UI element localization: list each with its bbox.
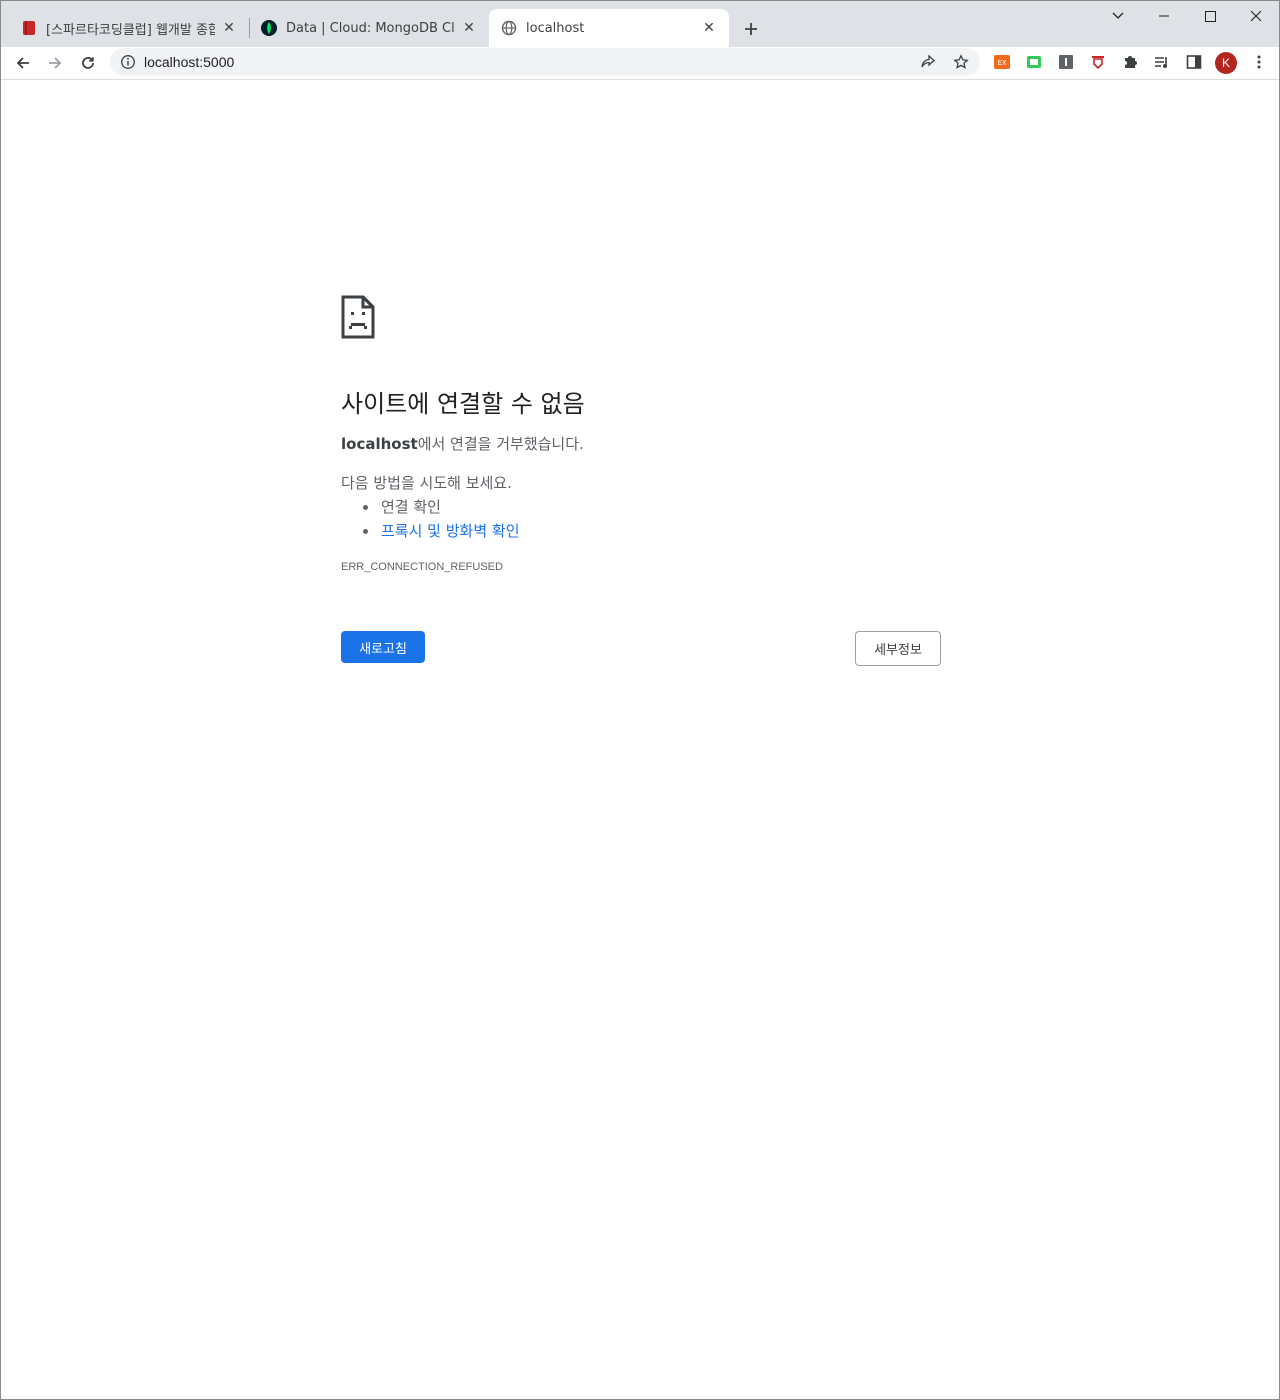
refresh-icon [82, 57, 94, 69]
close-icon[interactable]: ✕ [221, 20, 237, 36]
puzzle-icon[interactable] [1122, 54, 1138, 70]
tab-localhost[interactable]: localhost ✕ [489, 9, 729, 47]
suggestion-proxy-firewall-link[interactable]: 프록시 및 방화벽 확인 [363, 519, 520, 543]
tab-strip: [스파르타코딩클럽] 웹개발 종합반 ✕ Data | Cloud: Mongo… [1, 1, 1279, 47]
media-queue-icon[interactable] [1154, 54, 1170, 70]
tab-search-button[interactable] [1095, 1, 1141, 31]
close-window-button[interactable] [1233, 1, 1279, 31]
error-host: localhost [341, 435, 418, 453]
side-panel-icon[interactable] [1186, 54, 1202, 70]
reload-page-button[interactable]: 새로고침 [341, 631, 425, 663]
suggestion-check-connection: 연결 확인 [363, 495, 520, 519]
tab-mongodb[interactable]: Data | Cloud: MongoDB Cloud ✕ [249, 9, 489, 47]
svg-text:EX: EX [997, 59, 1006, 67]
globe-icon [501, 20, 517, 36]
arrow-right-icon [49, 57, 62, 69]
minimize-icon [1159, 15, 1169, 17]
arrow-left-icon [16, 57, 29, 69]
more-menu-icon[interactable] [1251, 54, 1267, 70]
error-code: ERR_CONNECTION_REFUSED [341, 561, 503, 573]
sad-page-icon [341, 295, 375, 339]
mongodb-leaf-icon [261, 20, 277, 36]
browser-toolbar: localhost:5000 EX K [1, 47, 1279, 80]
tab-title: [스파르타코딩클럽] 웹개발 종합반 [46, 22, 215, 38]
maximize-icon [1204, 10, 1216, 22]
close-icon [1250, 10, 1262, 22]
address-bar[interactable]: localhost:5000 [110, 48, 980, 76]
avatar-initial: K [1221, 56, 1230, 70]
page-title: 사이트에 연결할 수 없음 [341, 390, 585, 418]
avatar[interactable]: K [1215, 52, 1237, 74]
suggestions-heading: 다음 방법을 시도해 보세요. [341, 474, 512, 492]
error-message-suffix: 에서 연결을 거부했습니다. [417, 435, 584, 453]
page-content: 사이트에 연결할 수 없음 localhost에서 연결을 거부했습니다. 다음… [1, 81, 1279, 1399]
plus-icon [745, 23, 757, 35]
extension-green-icon[interactable] [1026, 54, 1042, 70]
url-text[interactable]: localhost:5000 [144, 54, 234, 70]
sparta-book-icon [21, 20, 37, 36]
share-icon[interactable] [918, 52, 938, 72]
chevron-down-icon [1112, 12, 1124, 19]
close-icon[interactable]: ✕ [701, 20, 717, 36]
star-icon[interactable] [951, 52, 971, 72]
details-button[interactable]: 세부정보 [855, 631, 941, 666]
extension-red-shield-icon[interactable] [1090, 54, 1106, 70]
error-message: localhost에서 연결을 거부했습니다. [341, 433, 584, 454]
extension-orange-icon[interactable]: EX [994, 54, 1010, 70]
maximize-button[interactable] [1187, 1, 1233, 31]
extension-gray-icon[interactable] [1058, 54, 1074, 70]
forward-button[interactable] [41, 49, 69, 77]
back-button[interactable] [9, 49, 37, 77]
tab-sparta[interactable]: [스파르타코딩클럽] 웹개발 종합반 ✕ [9, 9, 249, 47]
tab-title: Data | Cloud: MongoDB Cloud [286, 20, 455, 36]
minimize-button[interactable] [1141, 1, 1187, 31]
browser-window: [스파르타코딩클럽] 웹개발 종합반 ✕ Data | Cloud: Mongo… [0, 0, 1280, 1400]
tab-title: localhost [526, 20, 585, 36]
info-icon[interactable] [120, 54, 136, 70]
reload-button[interactable] [74, 49, 102, 77]
new-tab-button[interactable] [737, 15, 765, 43]
suggestions-list: 연결 확인 프록시 및 방화벽 확인 [363, 495, 520, 543]
close-icon[interactable]: ✕ [461, 20, 477, 36]
